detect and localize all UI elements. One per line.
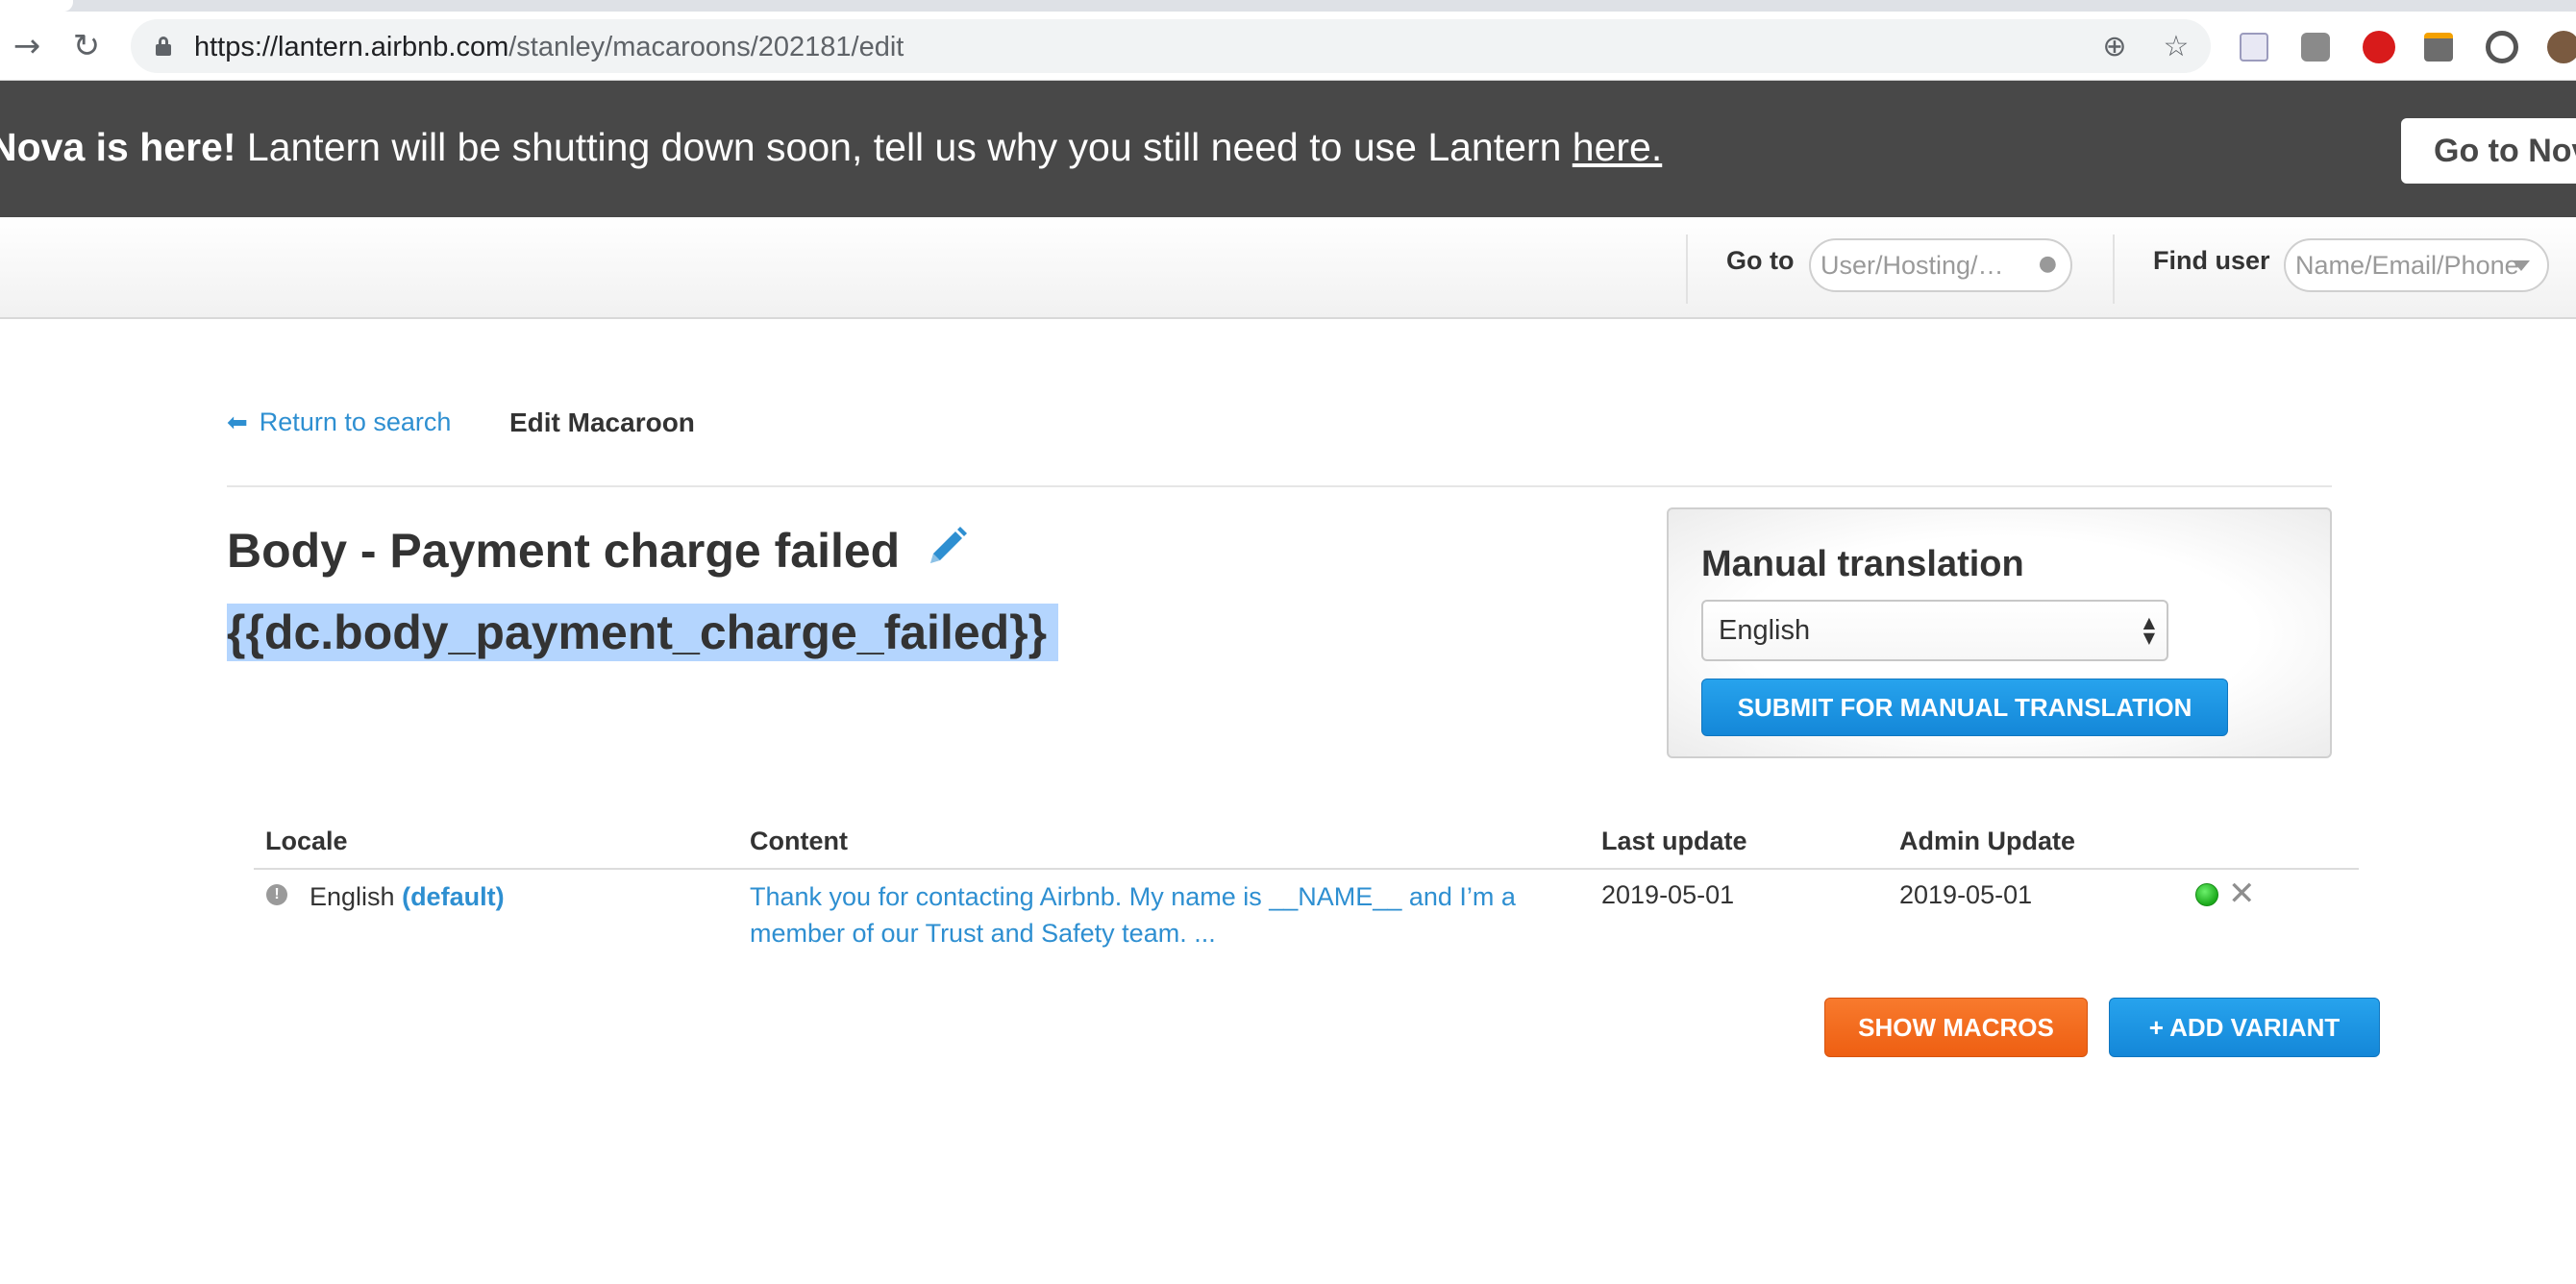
active-tab-edge[interactable] (0, 0, 73, 12)
language-select-value: English (1719, 615, 1811, 646)
macaroon-key: {{dc.body_payment_charge_failed}} (227, 604, 1059, 661)
extension-card-icon[interactable] (2240, 33, 2268, 62)
chevron-down-icon[interactable] (2513, 260, 2530, 271)
close-icon[interactable]: ✕ (2228, 875, 2256, 913)
find-user-input[interactable]: Name/Email/Phone (2284, 238, 2549, 292)
url-text[interactable]: https://lantern.airbnb.com/stanley/macar… (194, 32, 904, 63)
reload-icon[interactable]: ↻ (67, 27, 106, 65)
row-admin-update: 2019-05-01 (1899, 880, 2033, 909)
banner-message: Nova is here! Lantern will be shutting d… (0, 125, 1662, 170)
breadcrumb-current: Edit Macaroon (509, 407, 695, 437)
add-variant-button[interactable]: + ADD VARIANT (2109, 998, 2380, 1057)
notification-extension-icon[interactable] (2424, 33, 2453, 62)
status-dot-icon (2195, 883, 2218, 906)
url-host: https://lantern.airbnb.com (194, 32, 509, 62)
submit-manual-translation-button[interactable]: SUBMIT FOR MANUAL TRANSLATION (1701, 679, 2228, 736)
arrow-left-icon: ⬅ (227, 407, 248, 437)
pencil-edit-icon[interactable] (925, 525, 969, 569)
show-macros-button[interactable]: SHOW MACROS (1824, 998, 2088, 1057)
column-header-admin-update: Admin Update (1899, 827, 2076, 855)
banner-bold-text: Nova is here! (0, 125, 236, 169)
language-select[interactable]: English ▲ ▼ (1701, 600, 2168, 661)
row-content-link[interactable]: Thank you for contacting Airbnb. My name… (750, 878, 1557, 951)
forward-arrow-icon[interactable]: → (8, 27, 46, 65)
return-to-search-link[interactable]: ⬅ Return to search (227, 407, 451, 437)
zoom-icon[interactable]: ⊕ (2097, 29, 2132, 63)
column-header-last-update: Last update (1601, 827, 1747, 855)
updown-arrows-icon: ▲ ▼ (2143, 613, 2155, 647)
goto-placeholder: User/Hosting/… (1821, 251, 2004, 280)
breadcrumb-divider (227, 485, 2332, 487)
info-icon[interactable]: ! (266, 884, 287, 905)
goto-input[interactable]: User/Hosting/… ● (1809, 238, 2072, 292)
circle-extension-icon[interactable] (2486, 31, 2518, 63)
row-default-tag[interactable]: (default) (402, 882, 504, 911)
table-header-divider (254, 868, 2359, 870)
find-user-placeholder: Name/Email/Phone (2295, 251, 2519, 280)
manual-translation-panel: Manual translation English ▲ ▼ SUBMIT FOR… (1667, 507, 2332, 758)
manual-translation-title: Manual translation (1701, 544, 2024, 584)
page-title: Body - Payment charge failed (227, 524, 901, 578)
camera-icon[interactable] (2301, 33, 2330, 62)
app-header: Go to User/Hosting/… ● Find user Name/Em… (0, 217, 2576, 319)
bookmark-star-icon[interactable]: ☆ (2159, 29, 2193, 63)
row-locale-name: English (310, 882, 395, 911)
adblock-icon[interactable] (2363, 31, 2395, 63)
announcement-banner: Nova is here! Lantern will be shutting d… (0, 81, 2576, 217)
url-path: /stanley/macaroons/202181/edit (508, 32, 904, 62)
header-divider-2 (2113, 235, 2115, 304)
browser-toolbar: → ↻ https://lantern.airbnb.com/stanley/m… (0, 12, 2576, 81)
goto-label: Go to (1726, 246, 1795, 275)
header-divider (1686, 235, 1688, 304)
lock-icon (156, 37, 171, 56)
column-header-locale: Locale (265, 827, 348, 855)
row-locale: English (default) (310, 882, 505, 912)
go-to-nova-button[interactable]: Go to Nova (2401, 118, 2576, 184)
column-header-content: Content (750, 827, 848, 855)
browser-tab-strip (0, 0, 2576, 12)
find-user-label: Find user (2153, 246, 2270, 275)
banner-link[interactable]: here. (1573, 125, 1662, 169)
banner-text: Lantern will be shutting down soon, tell… (235, 125, 1573, 169)
address-bar[interactable]: https://lantern.airbnb.com/stanley/macar… (131, 19, 2211, 73)
user-icon: ● (2038, 252, 2057, 276)
profile-avatar[interactable] (2547, 31, 2576, 63)
row-last-update: 2019-05-01 (1601, 880, 1735, 909)
return-to-search-label: Return to search (259, 407, 452, 436)
